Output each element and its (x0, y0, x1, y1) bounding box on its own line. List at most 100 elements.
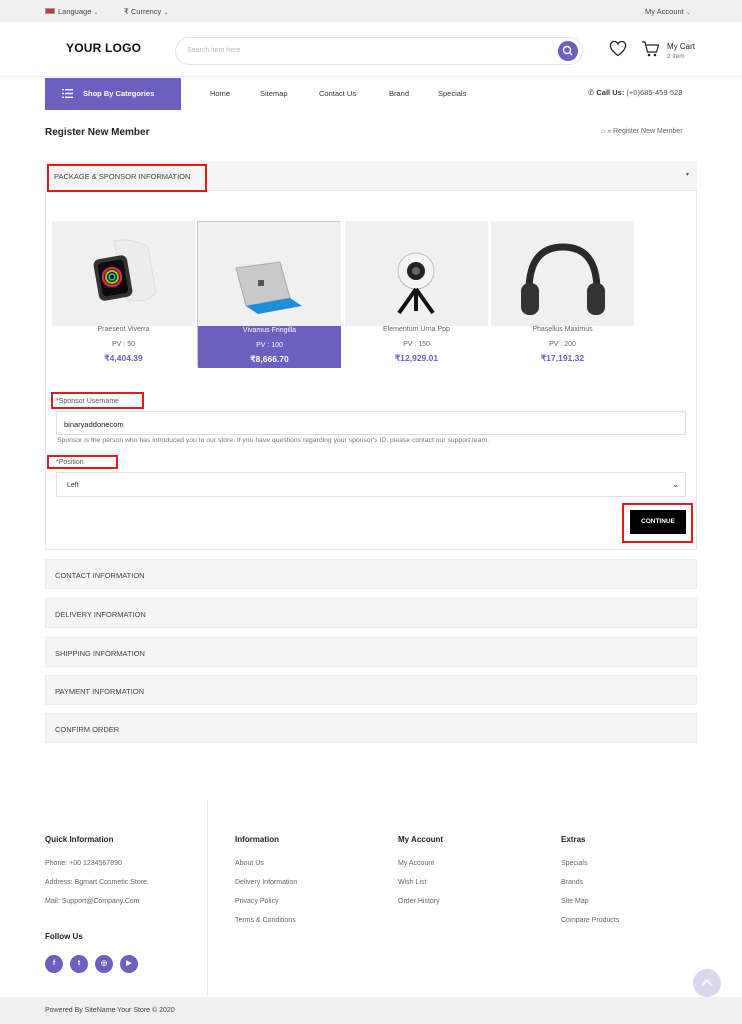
product-pv: PV : 50 (112, 341, 135, 348)
search-input[interactable]: Search item here (187, 47, 240, 54)
breadcrumb: ⌂ » Register New Member (601, 128, 683, 135)
nav-specials[interactable]: Specials (438, 89, 466, 98)
footer-phone: Phone: +00 1234567890 (45, 860, 122, 867)
copyright-text: Powered By SiteName Your Store © 2020 (45, 1007, 175, 1014)
product-image (491, 221, 634, 326)
chevron-down-icon: ⌄ (685, 10, 691, 16)
section-title: PAYMENT INFORMATION (55, 687, 145, 696)
twitter-icon[interactable]: t (70, 955, 88, 973)
copyright-bar: Powered By SiteName Your Store © 2020 (0, 997, 742, 1024)
quick-info-title: Quick Information (45, 835, 114, 844)
categories-label: Shop By Categories (83, 89, 155, 98)
youtube-icon[interactable]: ▶ (120, 955, 138, 973)
cart-icon (642, 41, 660, 57)
my-account-label: My Account (645, 7, 684, 16)
chevron-down-icon: ⌄ (672, 480, 679, 489)
nav-home[interactable]: Home (210, 89, 230, 98)
search-button[interactable] (558, 41, 578, 61)
currency-dropdown[interactable]: ₹ Currency ⌄ (124, 7, 168, 16)
position-label-text: Position (58, 459, 84, 466)
highlight-box (47, 164, 207, 192)
section-title: SHIPPING INFORMATION (55, 649, 145, 658)
call-us-label: Call Us: (596, 88, 625, 97)
footer-link[interactable]: Compare Products (561, 917, 619, 924)
product-pv: PV : 100 (256, 342, 283, 349)
shipping-information-section[interactable]: SHIPPING INFORMATION (45, 637, 697, 667)
cart-count: 2 item (667, 53, 685, 60)
sponsor-username-field[interactable]: binaryaddonecom (56, 411, 686, 435)
home-icon[interactable]: ⌂ (601, 128, 605, 135)
payment-information-section[interactable]: PAYMENT INFORMATION (45, 675, 697, 705)
instagram-icon[interactable]: ◎ (95, 955, 113, 973)
wishlist-button[interactable] (609, 40, 627, 59)
footer-link[interactable]: Wish List (398, 879, 426, 886)
my-account-dropdown[interactable]: My Account ⌄ (645, 7, 691, 16)
facebook-icon[interactable]: f (45, 955, 63, 973)
product-card-selected[interactable]: Vivamus Fringilla PV : 100 ₹8,666.70 (197, 221, 341, 368)
search-bar[interactable]: Search item here (175, 37, 583, 65)
footer-link[interactable]: About Us (235, 860, 264, 867)
product-name: Elementum Urna Ppp (383, 326, 450, 333)
call-us-number: (+0)685-459-528 (626, 88, 683, 97)
product-image (198, 222, 341, 327)
product-image (52, 221, 195, 326)
product-name: Phasellus Maximus (532, 326, 593, 333)
my-account-title: My Account (398, 835, 444, 844)
delivery-information-section[interactable]: DELIVERY INFORMATION (45, 598, 697, 628)
product-card[interactable]: Phasellus Maximus PV : 200 ₹17,191.32 (491, 221, 634, 367)
sponsor-username-value: binaryaddonecom (64, 420, 124, 429)
nav-sitemap[interactable]: Sitemap (260, 89, 288, 98)
logo[interactable]: YOUR LOGO (66, 41, 141, 55)
product-pv: PV : 200 (549, 341, 576, 348)
position-select[interactable]: Left ⌄ (56, 472, 686, 497)
heart-icon (609, 40, 627, 57)
footer-link[interactable]: Order History (398, 898, 440, 905)
footer-link[interactable]: Delivery Information (235, 879, 297, 886)
product-name: Vivamus Fringilla (242, 327, 297, 334)
top-bar: Language ⌄ ₹ Currency ⌄ My Account ⌄ (0, 0, 742, 22)
footer-link[interactable]: Privacy Policy (235, 898, 279, 905)
chevron-up-icon (701, 978, 713, 987)
sponsor-help-text: Sponsor is the person who has introduced… (57, 437, 490, 444)
contact-information-section[interactable]: CONTACT INFORMATION (45, 559, 697, 589)
caret-down-icon: ▾ (685, 172, 689, 178)
position-label: *Position (56, 459, 84, 466)
footer-divider (207, 800, 208, 996)
shop-by-categories-button[interactable]: Shop By Categories (45, 78, 181, 110)
footer-link[interactable]: Site Map (561, 898, 589, 905)
tablet-image (235, 261, 302, 314)
footer-link[interactable]: My Account (398, 860, 434, 867)
scroll-to-top-button[interactable] (693, 969, 721, 997)
nav-brand[interactable]: Brand (389, 89, 409, 98)
footer-mail[interactable]: Mail: Support@Company.Com (45, 898, 140, 905)
language-dropdown[interactable]: Language ⌄ (58, 7, 99, 16)
flag-icon (45, 8, 55, 14)
confirm-order-section[interactable]: CONFIRM ORDER (45, 713, 697, 743)
headphones-image (521, 243, 605, 315)
extras-title: Extras (561, 835, 586, 844)
section-title: CONFIRM ORDER (55, 725, 120, 734)
sponsor-username-label: *Sponsor Username (56, 398, 119, 405)
chevron-down-icon: ⌄ (93, 10, 99, 16)
product-card[interactable]: Elementum Urna Ppp PV : 150 ₹12,929.01 (345, 221, 488, 367)
cart-button[interactable] (641, 40, 661, 60)
product-price: ₹17,191.32 (540, 353, 585, 363)
menu-icon (62, 89, 73, 98)
follow-us-title: Follow Us (45, 932, 83, 941)
footer-link[interactable]: Terms & Conditions (235, 917, 296, 924)
product-card[interactable]: Praesent Viverra PV : 50 ₹4,404.39 (52, 221, 195, 367)
section-title: DELIVERY INFORMATION (55, 610, 146, 619)
nav-contact-us[interactable]: Contact Us (319, 89, 356, 98)
chevron-down-icon: ⌄ (163, 10, 169, 16)
section-title: CONTACT INFORMATION (55, 571, 145, 580)
header-divider (0, 76, 742, 77)
cart-title[interactable]: My Cart (667, 42, 695, 51)
continue-button[interactable]: CONTINUE (630, 510, 686, 534)
currency-label: Currency (130, 7, 162, 16)
footer-link[interactable]: Brands (561, 879, 583, 886)
search-icon (562, 45, 573, 56)
product-price: ₹8,666.70 (250, 354, 289, 364)
product-price: ₹12,929.01 (394, 353, 439, 363)
footer-link[interactable]: Specials (561, 860, 587, 867)
camera-image (397, 252, 435, 315)
